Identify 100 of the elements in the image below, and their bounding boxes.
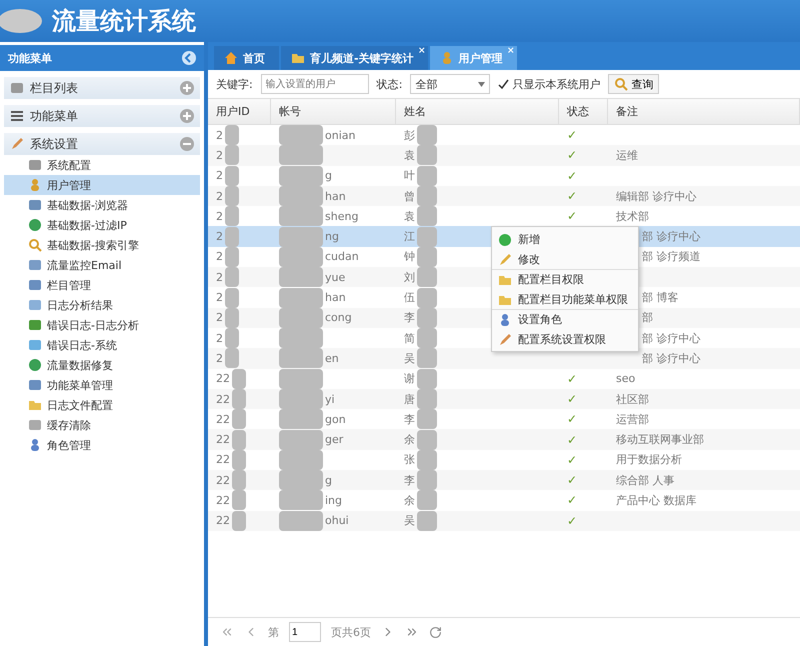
home-icon: [224, 51, 238, 65]
table-cell: 2: [216, 311, 223, 324]
redaction-mark: [232, 450, 246, 470]
sidebar-item[interactable]: 系统配置: [4, 155, 200, 175]
redaction-mark: [279, 430, 323, 450]
search-icon: [614, 77, 628, 91]
table-row[interactable]: 22 谢 ✓ seo: [208, 368, 800, 389]
redaction-mark: [279, 267, 323, 288]
table-cell: 22: [216, 494, 230, 507]
menu-item[interactable]: 配置栏目功能菜单权限: [492, 289, 638, 309]
redaction-mark: [417, 510, 437, 531]
table-row[interactable]: 2 袁 ✓ 运维: [208, 145, 800, 166]
page-field[interactable]: 1: [289, 622, 321, 642]
menu-item[interactable]: 配置系统设置权限: [492, 329, 638, 349]
column-header[interactable]: 状态: [559, 99, 608, 124]
collapse-icon[interactable]: [180, 137, 194, 151]
sidebar-item[interactable]: 用户管理: [4, 175, 200, 195]
table-cell: 22: [216, 372, 230, 386]
query-button[interactable]: 查询: [608, 74, 660, 94]
table-cell: 2: [216, 210, 223, 223]
tab[interactable]: 育儿频道-关键字统计 ×: [281, 46, 428, 70]
expand-icon[interactable]: [180, 109, 194, 123]
sidebar-item[interactable]: 功能菜单管理: [4, 375, 200, 395]
sidebar-item[interactable]: 基础数据-浏览器: [4, 195, 200, 215]
table-cell: 22: [216, 453, 230, 466]
expand-icon[interactable]: [180, 81, 194, 95]
collapse-icon[interactable]: [182, 51, 196, 65]
sidebar-item[interactable]: 栏目管理: [4, 275, 200, 295]
person-icon: [28, 438, 42, 452]
page-count: 页共6页: [331, 624, 371, 640]
redaction-mark: [417, 166, 437, 186]
table-row[interactable]: 2 onian 彭 ✓: [208, 125, 800, 146]
accordion-header[interactable]: 系统设置: [4, 133, 200, 155]
checkbox[interactable]: [498, 78, 510, 90]
menu-item[interactable]: 设置角色: [492, 309, 638, 329]
menu-item[interactable]: 新增: [492, 229, 638, 249]
sidebar-item[interactable]: 基础数据-搜索引擎: [4, 235, 200, 255]
add-icon: [498, 232, 512, 246]
sidebar-item[interactable]: 流量监控Email: [4, 255, 200, 275]
table-cell: 袁: [404, 148, 415, 163]
sidebar-item[interactable]: 缓存清除: [4, 415, 200, 435]
table-cell: 部 诊疗频道: [642, 249, 700, 264]
sidebar-item[interactable]: 错误日志-日志分析: [4, 315, 200, 335]
sidebar-item[interactable]: 角色管理: [4, 435, 200, 455]
table-cell: ger: [325, 433, 344, 446]
redaction-mark: [232, 470, 246, 490]
redaction-mark: [225, 348, 239, 368]
redaction-mark: [417, 125, 437, 146]
table-cell: 22: [216, 514, 230, 528]
table-row[interactable]: 22 gon 李 ✓ 运营部: [208, 409, 800, 430]
sidebar-item[interactable]: 日志文件配置: [4, 395, 200, 415]
close-icon[interactable]: ×: [418, 46, 426, 56]
redaction-mark: [225, 328, 239, 348]
users-icon: [28, 178, 42, 192]
table-cell: 谢: [404, 371, 415, 386]
table-cell: 社区部: [616, 392, 649, 406]
status-dropdown[interactable]: 全部: [410, 74, 490, 94]
column-header[interactable]: 备注: [608, 99, 800, 124]
check-icon: ✓: [567, 189, 578, 204]
sidebar-item[interactable]: 日志分析结果: [4, 295, 200, 315]
column-header[interactable]: 帐号: [271, 99, 396, 124]
search-icon: [28, 238, 42, 252]
table-cell: ng: [325, 230, 339, 244]
table-cell: 2: [216, 270, 223, 284]
check-icon: ✓: [567, 128, 578, 142]
table-row[interactable]: 22 ohui 吴 ✓: [208, 510, 800, 531]
keyword-field[interactable]: 输入设置的用户: [260, 74, 369, 94]
table-cell: 用于数据分析: [616, 452, 682, 468]
table-row[interactable]: 2 sheng 袁 ✓ 技术部: [208, 206, 800, 226]
folder-icon: [28, 398, 42, 412]
redaction-mark: [225, 166, 239, 186]
table-cell: 22: [216, 433, 230, 446]
table-cell: han: [325, 291, 346, 304]
menu-item[interactable]: 配置栏目权限: [492, 269, 638, 289]
redaction-mark: [225, 267, 239, 288]
redaction-mark: [225, 226, 239, 247]
table-row[interactable]: 2 en 吴 部 诊疗中心: [208, 348, 800, 369]
table-cell: 张: [404, 452, 415, 468]
sidebar-item[interactable]: 基础数据-过滤IP: [4, 215, 200, 235]
accordion-header[interactable]: 栏目列表: [4, 77, 200, 99]
check-icon: ✓: [567, 392, 578, 406]
table-cell: 余: [404, 492, 415, 508]
refresh-icon[interactable]: [429, 626, 442, 638]
sidebar-item[interactable]: 错误日志-系统: [4, 335, 200, 355]
table-row[interactable]: 2 han 曾 ✓ 编辑部 诊疗中心: [208, 186, 800, 206]
tab[interactable]: 首页: [214, 46, 279, 70]
table-row[interactable]: 2 g 叶 ✓: [208, 166, 800, 186]
table-cell: 2: [216, 332, 223, 345]
table-row[interactable]: 22 ger 余 ✓ 移动互联网事业部: [208, 429, 800, 450]
column-header[interactable]: 姓名: [396, 99, 559, 124]
table-row[interactable]: 22 yi 唐 ✓ 社区部: [208, 388, 800, 410]
menu-item[interactable]: 修改: [492, 249, 638, 269]
redaction-mark: [232, 490, 246, 510]
accordion-header[interactable]: 功能菜单: [4, 105, 200, 127]
globe-icon: [28, 358, 42, 372]
sidebar-item[interactable]: 流量数据修复: [4, 355, 200, 375]
table-cell: 部 诊疗中心: [642, 350, 700, 366]
table-row[interactable]: 22 g 李 ✓ 综合部 人事: [208, 470, 800, 490]
column-header[interactable]: 用户ID: [208, 99, 271, 124]
check-icon: ✓: [567, 168, 578, 183]
